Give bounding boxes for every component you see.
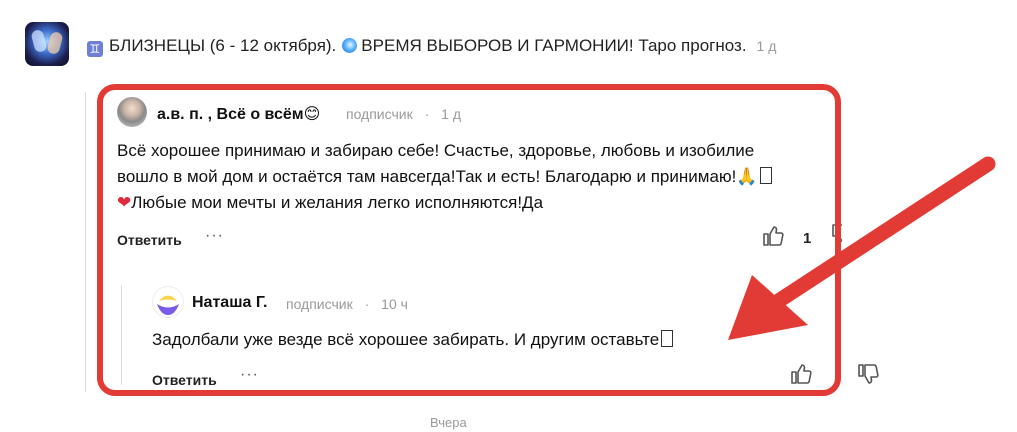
post-thumbnail[interactable] [25, 22, 69, 66]
post-time: 1 д [756, 38, 777, 54]
post-title[interactable]: ♊ БЛИЗНЕЦЫ (6 - 12 октября). ВРЕМЯ ВЫБОРОВ… [87, 36, 776, 57]
post-header[interactable]: ♊ БЛИЗНЕЦЫ (6 - 12 октября). ВРЕМЯ ВЫБОРОВ… [25, 22, 1005, 70]
thumbs-down-icon[interactable] [856, 362, 880, 391]
thread-line [85, 92, 86, 392]
day-separator: Вчера [430, 415, 467, 430]
gemini-sign-icon: ♊ [87, 41, 103, 57]
swirl-icon [342, 38, 358, 53]
red-arrow-annotation [728, 156, 996, 340]
